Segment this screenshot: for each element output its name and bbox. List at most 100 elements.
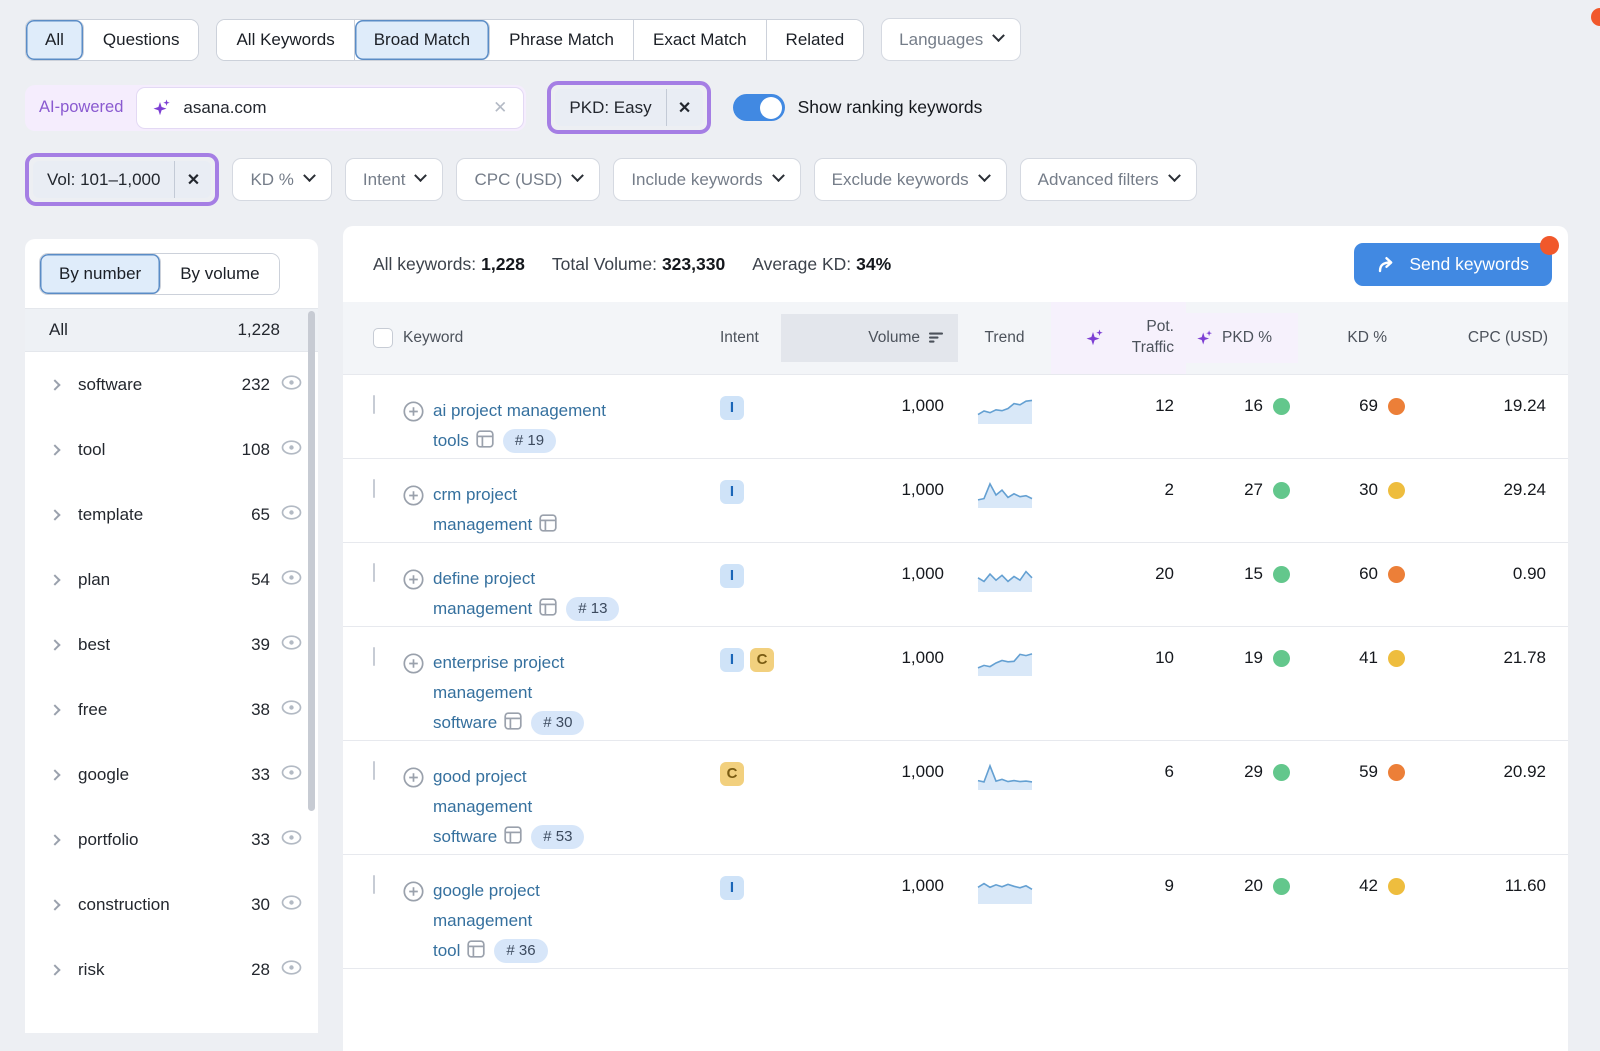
tab-phrase-match[interactable]: Phrase Match — [490, 20, 634, 60]
sidebar-item-free[interactable]: free38 — [25, 677, 318, 742]
eye-icon[interactable] — [281, 830, 302, 850]
row-checkbox[interactable] — [373, 395, 375, 414]
keyword-link[interactable]: tool — [433, 941, 460, 960]
tab-related[interactable]: Related — [767, 20, 864, 60]
keyword-link[interactable]: management — [433, 683, 532, 702]
header-pkd[interactable]: PKD % — [1186, 313, 1298, 363]
add-keyword-icon[interactable] — [403, 767, 424, 854]
keyword-link[interactable]: software — [433, 713, 497, 732]
chevron-right-icon[interactable] — [49, 444, 60, 455]
select-all-checkbox[interactable] — [373, 328, 393, 348]
tab-exact-match[interactable]: Exact Match — [634, 20, 767, 60]
keyword-link[interactable]: management — [433, 515, 532, 534]
chevron-right-icon[interactable] — [49, 639, 60, 650]
serp-features-icon[interactable] — [504, 824, 522, 854]
sidebar-tab-by-volume[interactable]: By volume — [161, 254, 278, 294]
add-keyword-icon[interactable] — [403, 653, 424, 740]
sidebar-item-construction[interactable]: construction30 — [25, 872, 318, 937]
pkd-chip-remove-icon[interactable]: ✕ — [666, 89, 703, 126]
serp-features-icon[interactable] — [539, 596, 557, 626]
keyword-link[interactable]: ai project management — [433, 401, 606, 420]
eye-icon[interactable] — [281, 895, 302, 915]
add-keyword-icon[interactable] — [403, 401, 424, 458]
sidebar-item-portfolio[interactable]: portfolio33 — [25, 807, 318, 872]
eye-icon[interactable] — [281, 765, 302, 785]
row-checkbox[interactable] — [373, 479, 375, 498]
eye-icon[interactable] — [281, 700, 302, 720]
send-keywords-label: Send keywords — [1409, 254, 1529, 275]
keyword-link[interactable]: management — [433, 911, 532, 930]
sidebar-item-template[interactable]: template65 — [25, 482, 318, 547]
row-checkbox[interactable] — [373, 875, 375, 894]
chevron-right-icon[interactable] — [49, 574, 60, 585]
sidebar-item-software[interactable]: software232 — [25, 352, 318, 417]
tab-broad-match[interactable]: Broad Match — [355, 20, 490, 60]
tab-all[interactable]: All — [26, 20, 84, 60]
sidebar-item-google[interactable]: google33 — [25, 742, 318, 807]
keyword-link[interactable]: tools — [433, 431, 469, 450]
eye-icon[interactable] — [281, 440, 302, 460]
eye-icon[interactable] — [281, 635, 302, 655]
header-cpc[interactable]: CPC (USD) — [1413, 314, 1568, 362]
intent-cell: I — [698, 543, 781, 626]
tab-all-keywords[interactable]: All Keywords — [217, 20, 354, 60]
search-input[interactable]: asana.com ✕ — [136, 87, 524, 129]
keyword-link[interactable]: software — [433, 827, 497, 846]
intent-dropdown[interactable]: Intent — [345, 158, 444, 201]
chevron-right-icon[interactable] — [49, 509, 60, 520]
chevron-right-icon[interactable] — [49, 769, 60, 780]
header-kd[interactable]: KD % — [1298, 314, 1413, 362]
match-type-toolbar: AllQuestions All KeywordsBroad MatchPhra… — [25, 18, 1600, 61]
pkd-filter-chip[interactable]: PKD: Easy ✕ — [555, 89, 702, 126]
add-keyword-icon[interactable] — [403, 485, 424, 542]
eye-icon[interactable] — [281, 505, 302, 525]
serp-features-icon[interactable] — [539, 512, 557, 542]
sidebar-item-risk[interactable]: risk28 — [25, 937, 318, 1002]
keyword-link[interactable]: good project — [433, 767, 527, 786]
include-keywords-dropdown[interactable]: Include keywords — [613, 158, 800, 201]
volume-chip-remove-icon[interactable]: ✕ — [174, 161, 211, 198]
row-checkbox[interactable] — [373, 647, 375, 666]
add-keyword-icon[interactable] — [403, 881, 424, 968]
serp-features-icon[interactable] — [504, 710, 522, 740]
row-checkbox[interactable] — [373, 761, 375, 780]
sidebar-tab-by-number[interactable]: By number — [40, 254, 161, 294]
sidebar-scrollbar[interactable] — [308, 311, 315, 811]
search-clear-icon[interactable]: ✕ — [491, 98, 509, 118]
tab-questions[interactable]: Questions — [84, 20, 199, 60]
keyword-link[interactable]: management — [433, 797, 532, 816]
exclude-keywords-dropdown[interactable]: Exclude keywords — [814, 158, 1007, 201]
send-keywords-button[interactable]: Send keywords — [1354, 243, 1552, 286]
volume-filter-chip[interactable]: Vol: 101–1,000 ✕ — [33, 161, 211, 198]
keyword-link[interactable]: enterprise project — [433, 653, 564, 672]
chevron-right-icon[interactable] — [49, 834, 60, 845]
keyword-link[interactable]: management — [433, 599, 532, 618]
chevron-right-icon[interactable] — [49, 704, 60, 715]
sidebar-item-plan[interactable]: plan54 — [25, 547, 318, 612]
add-keyword-icon[interactable] — [403, 569, 424, 626]
header-pot-traffic[interactable]: Pot.Traffic — [1051, 302, 1186, 374]
row-checkbox[interactable] — [373, 563, 375, 582]
languages-dropdown[interactable]: Languages — [881, 18, 1021, 61]
eye-icon[interactable] — [281, 570, 302, 590]
sidebar-item-best[interactable]: best39 — [25, 612, 318, 677]
show-ranking-toggle[interactable] — [733, 94, 785, 121]
eye-icon[interactable] — [281, 375, 302, 395]
advanced-filters-dropdown[interactable]: Advanced filters — [1020, 158, 1197, 201]
keyword-link[interactable]: crm project — [433, 485, 517, 504]
serp-features-icon[interactable] — [476, 428, 494, 458]
cpc-usd--dropdown[interactable]: CPC (USD) — [456, 158, 600, 201]
intent-cell: C — [698, 741, 781, 854]
keyword-link[interactable]: google project — [433, 881, 540, 900]
pkd-difficulty-dot — [1273, 650, 1290, 667]
chevron-right-icon[interactable] — [49, 379, 60, 390]
sidebar-all-row[interactable]: All 1,228 — [25, 308, 318, 352]
header-volume[interactable]: Volume — [781, 314, 958, 362]
serp-features-icon[interactable] — [467, 938, 485, 968]
kd--dropdown[interactable]: KD % — [232, 158, 331, 201]
sidebar-item-tool[interactable]: tool108 — [25, 417, 318, 482]
chevron-right-icon[interactable] — [49, 899, 60, 910]
chevron-right-icon[interactable] — [49, 964, 60, 975]
eye-icon[interactable] — [281, 960, 302, 980]
keyword-link[interactable]: define project — [433, 569, 535, 588]
